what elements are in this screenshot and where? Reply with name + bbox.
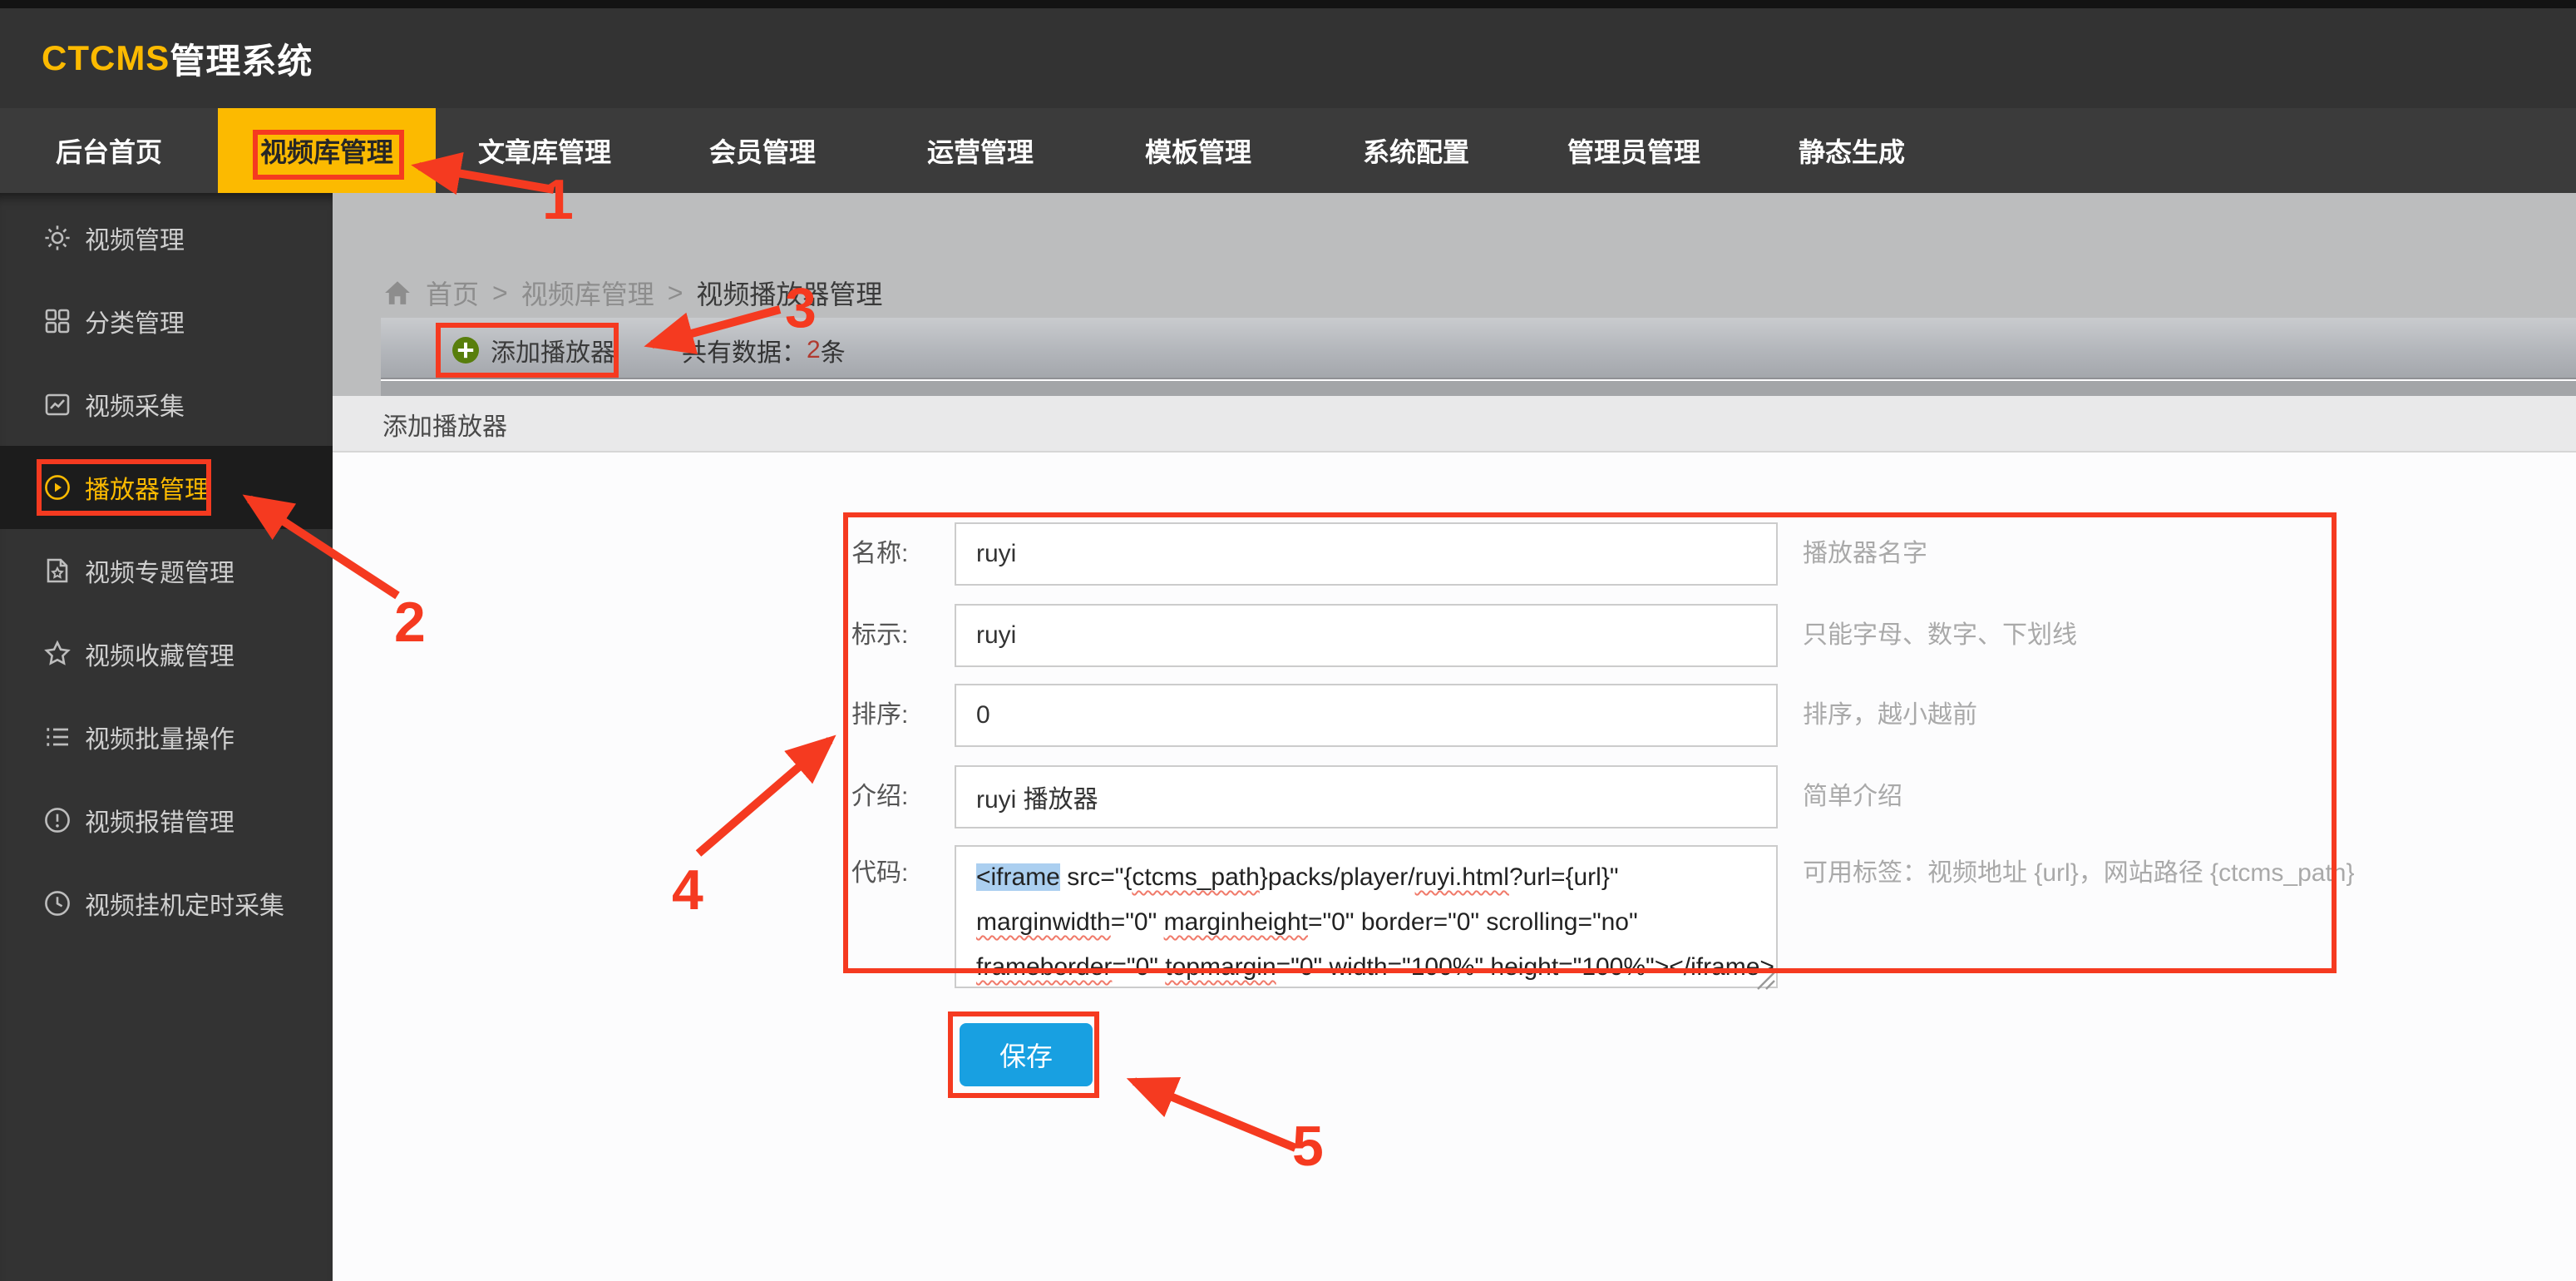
clock-icon bbox=[43, 889, 72, 917]
sidebar-menu: 视频管理分类管理视频采集播放器管理视频专题管理视频收藏管理视频批量操作视频报错管… bbox=[0, 196, 333, 945]
sidebar-item-7[interactable]: 视频批量操作 bbox=[0, 695, 333, 779]
sidebar-item-label: 播放器管理 bbox=[85, 469, 210, 506]
toolbar-left-gap bbox=[333, 318, 381, 396]
star-icon bbox=[43, 640, 72, 668]
code-field-label: 代码: bbox=[851, 857, 948, 890]
sidebar-item-9[interactable]: 视频挂机定时采集 bbox=[0, 862, 333, 945]
selected-text: <iframe bbox=[976, 863, 1060, 891]
breadcrumb: 首页 > 视频库管理 > 视频播放器管理 bbox=[382, 273, 882, 313]
code-text: ="0" bbox=[1112, 953, 1165, 981]
top-edge-strip bbox=[0, 0, 2576, 8]
sidebar-item-label: 视频批量操作 bbox=[85, 719, 234, 755]
add-player-label: 添加播放器 bbox=[491, 332, 615, 368]
spellcheck-underline-text: ctcms_path bbox=[1132, 863, 1259, 891]
nav-tab-5[interactable]: 运营管理 bbox=[871, 108, 1089, 193]
form-input-3[interactable] bbox=[955, 684, 1778, 747]
gear-icon bbox=[43, 224, 72, 252]
sidebar-item-label: 视频报错管理 bbox=[85, 802, 234, 838]
code-text: ="0" width="100%" height="100%"></iframe… bbox=[1276, 953, 1774, 981]
breadcrumb-separator: > bbox=[492, 278, 508, 309]
add-player-button[interactable]: 添加播放器 bbox=[436, 323, 632, 378]
form-input-4[interactable] bbox=[955, 765, 1778, 828]
panel-title: 添加播放器 bbox=[382, 396, 507, 453]
form-hint-3: 排序，越小越前 bbox=[1803, 684, 1977, 747]
code-text: ="0" bbox=[1111, 908, 1164, 936]
top-bar: CTCMS管理系统 bbox=[0, 0, 2576, 108]
sidebar-item-6[interactable]: 视频收藏管理 bbox=[0, 612, 333, 695]
count-value: 2 bbox=[807, 336, 821, 364]
spellcheck-underline-text: frameborder bbox=[976, 953, 1112, 981]
breadcrumb-item-1[interactable]: 首页 bbox=[426, 274, 479, 312]
sidebar-item-1[interactable]: 视频管理 bbox=[0, 196, 333, 279]
form-label-4: 介绍: bbox=[851, 765, 948, 828]
form-hint-2: 只能字母、数字、下划线 bbox=[1803, 604, 2077, 667]
logo-brand: CTCMS bbox=[42, 38, 170, 78]
content-area: 首页 > 视频库管理 > 视频播放器管理 添加播放器 共有数据：2条 添加播放器 名称:… bbox=[333, 193, 2576, 1281]
play-circle-icon bbox=[43, 473, 72, 502]
form-input-2[interactable] bbox=[955, 604, 1778, 667]
form-label-3: 排序: bbox=[851, 684, 948, 747]
spellcheck-underline-text: ruyi.html bbox=[1415, 863, 1509, 891]
form-hint-1: 播放器名字 bbox=[1803, 522, 1927, 586]
breadcrumb-separator: > bbox=[668, 278, 683, 309]
sidebar-item-label: 分类管理 bbox=[85, 303, 185, 339]
plus-circle-icon bbox=[452, 337, 479, 364]
nav-tab-9[interactable]: 静态生成 bbox=[1743, 108, 1961, 193]
sidebar-item-label: 视频挂机定时采集 bbox=[85, 885, 284, 922]
list-icon bbox=[43, 723, 72, 751]
code-line-1: <iframe src="{ctcms_path}packs/player/ru… bbox=[976, 855, 1756, 900]
nav-tab-7[interactable]: 系统配置 bbox=[1307, 108, 1525, 193]
nav-tab-8[interactable]: 管理员管理 bbox=[1525, 108, 1743, 193]
sidebar-item-label: 视频专题管理 bbox=[85, 552, 234, 589]
code-field-hint: 可用标签：视频地址 {url}，网站路径 {ctcms_path} bbox=[1803, 857, 2355, 890]
textarea-resize-handle[interactable] bbox=[1756, 967, 1776, 987]
form-input-1[interactable] bbox=[955, 522, 1778, 586]
sidebar-item-8[interactable]: 视频报错管理 bbox=[0, 779, 333, 862]
ctcms-admin-page: CTCMS管理系统 后台首页视频库管理文章库管理会员管理运营管理模板管理系统配置… bbox=[0, 0, 2576, 1281]
sidebar-item-3[interactable]: 视频采集 bbox=[0, 363, 333, 446]
grid-icon bbox=[43, 307, 72, 335]
nav-tab-4[interactable]: 会员管理 bbox=[654, 108, 871, 193]
app-logo: CTCMS管理系统 bbox=[42, 8, 313, 108]
nav-tab-6[interactable]: 模板管理 bbox=[1089, 108, 1307, 193]
spellcheck-underline-text: topmargin bbox=[1165, 953, 1276, 981]
sidebar-item-label: 视频采集 bbox=[85, 386, 185, 423]
save-button[interactable]: 保存 bbox=[960, 1023, 1093, 1086]
code-text: }packs/player/ bbox=[1260, 863, 1415, 891]
code-line-3: frameborder="0" topmargin="0" width="100… bbox=[976, 945, 1756, 988]
form-label-2: 标示: bbox=[851, 604, 948, 667]
sidebar-item-5[interactable]: 视频专题管理 bbox=[0, 529, 333, 612]
code-textarea[interactable]: <iframe src="{ctcms_path}packs/player/ru… bbox=[955, 845, 1778, 988]
sidebar-item-label: 视频收藏管理 bbox=[85, 636, 234, 672]
form-hint-4: 简单介绍 bbox=[1803, 765, 1902, 828]
form-label-1: 名称: bbox=[851, 522, 948, 586]
code-line-2: marginwidth="0" marginheight="0" border=… bbox=[976, 900, 1756, 945]
record-count: 共有数据：2条 bbox=[682, 323, 846, 378]
home-icon[interactable] bbox=[382, 279, 412, 307]
nav-tab-2-active[interactable]: 视频库管理 bbox=[218, 108, 436, 193]
breadcrumb-item-3: 视频播放器管理 bbox=[696, 274, 882, 312]
panel-header-band bbox=[333, 396, 2576, 453]
code-text: src="{ bbox=[1060, 863, 1133, 891]
count-prefix: 共有数据： bbox=[682, 332, 807, 368]
sidebar: 视频管理分类管理视频采集播放器管理视频专题管理视频收藏管理视频批量操作视频报错管… bbox=[0, 193, 333, 1281]
sidebar-item-4-active[interactable]: 播放器管理 bbox=[0, 446, 333, 529]
code-text: ="0" border="0" scrolling="no" bbox=[1308, 908, 1638, 936]
doc-star-icon bbox=[43, 556, 72, 585]
count-suffix: 条 bbox=[821, 332, 846, 368]
nav-tab-1[interactable]: 后台首页 bbox=[0, 108, 218, 193]
spellcheck-underline-text: marginwidth bbox=[976, 908, 1111, 936]
sidebar-item-label: 视频管理 bbox=[85, 220, 185, 256]
code-text: ?url={url}" bbox=[1509, 863, 1619, 891]
nav-tab-3[interactable]: 文章库管理 bbox=[436, 108, 654, 193]
spellcheck-underline-text: marginheight bbox=[1164, 908, 1308, 936]
chart-box-icon bbox=[43, 390, 72, 418]
toolbar-lower-gap bbox=[381, 381, 2576, 396]
logo-suffix: 管理系统 bbox=[170, 33, 313, 84]
breadcrumb-item-2[interactable]: 视频库管理 bbox=[521, 274, 654, 312]
sidebar-item-2[interactable]: 分类管理 bbox=[0, 279, 333, 363]
main-nav: 后台首页视频库管理文章库管理会员管理运营管理模板管理系统配置管理员管理静态生成 bbox=[0, 108, 2576, 193]
alert-circle-icon bbox=[43, 806, 72, 834]
